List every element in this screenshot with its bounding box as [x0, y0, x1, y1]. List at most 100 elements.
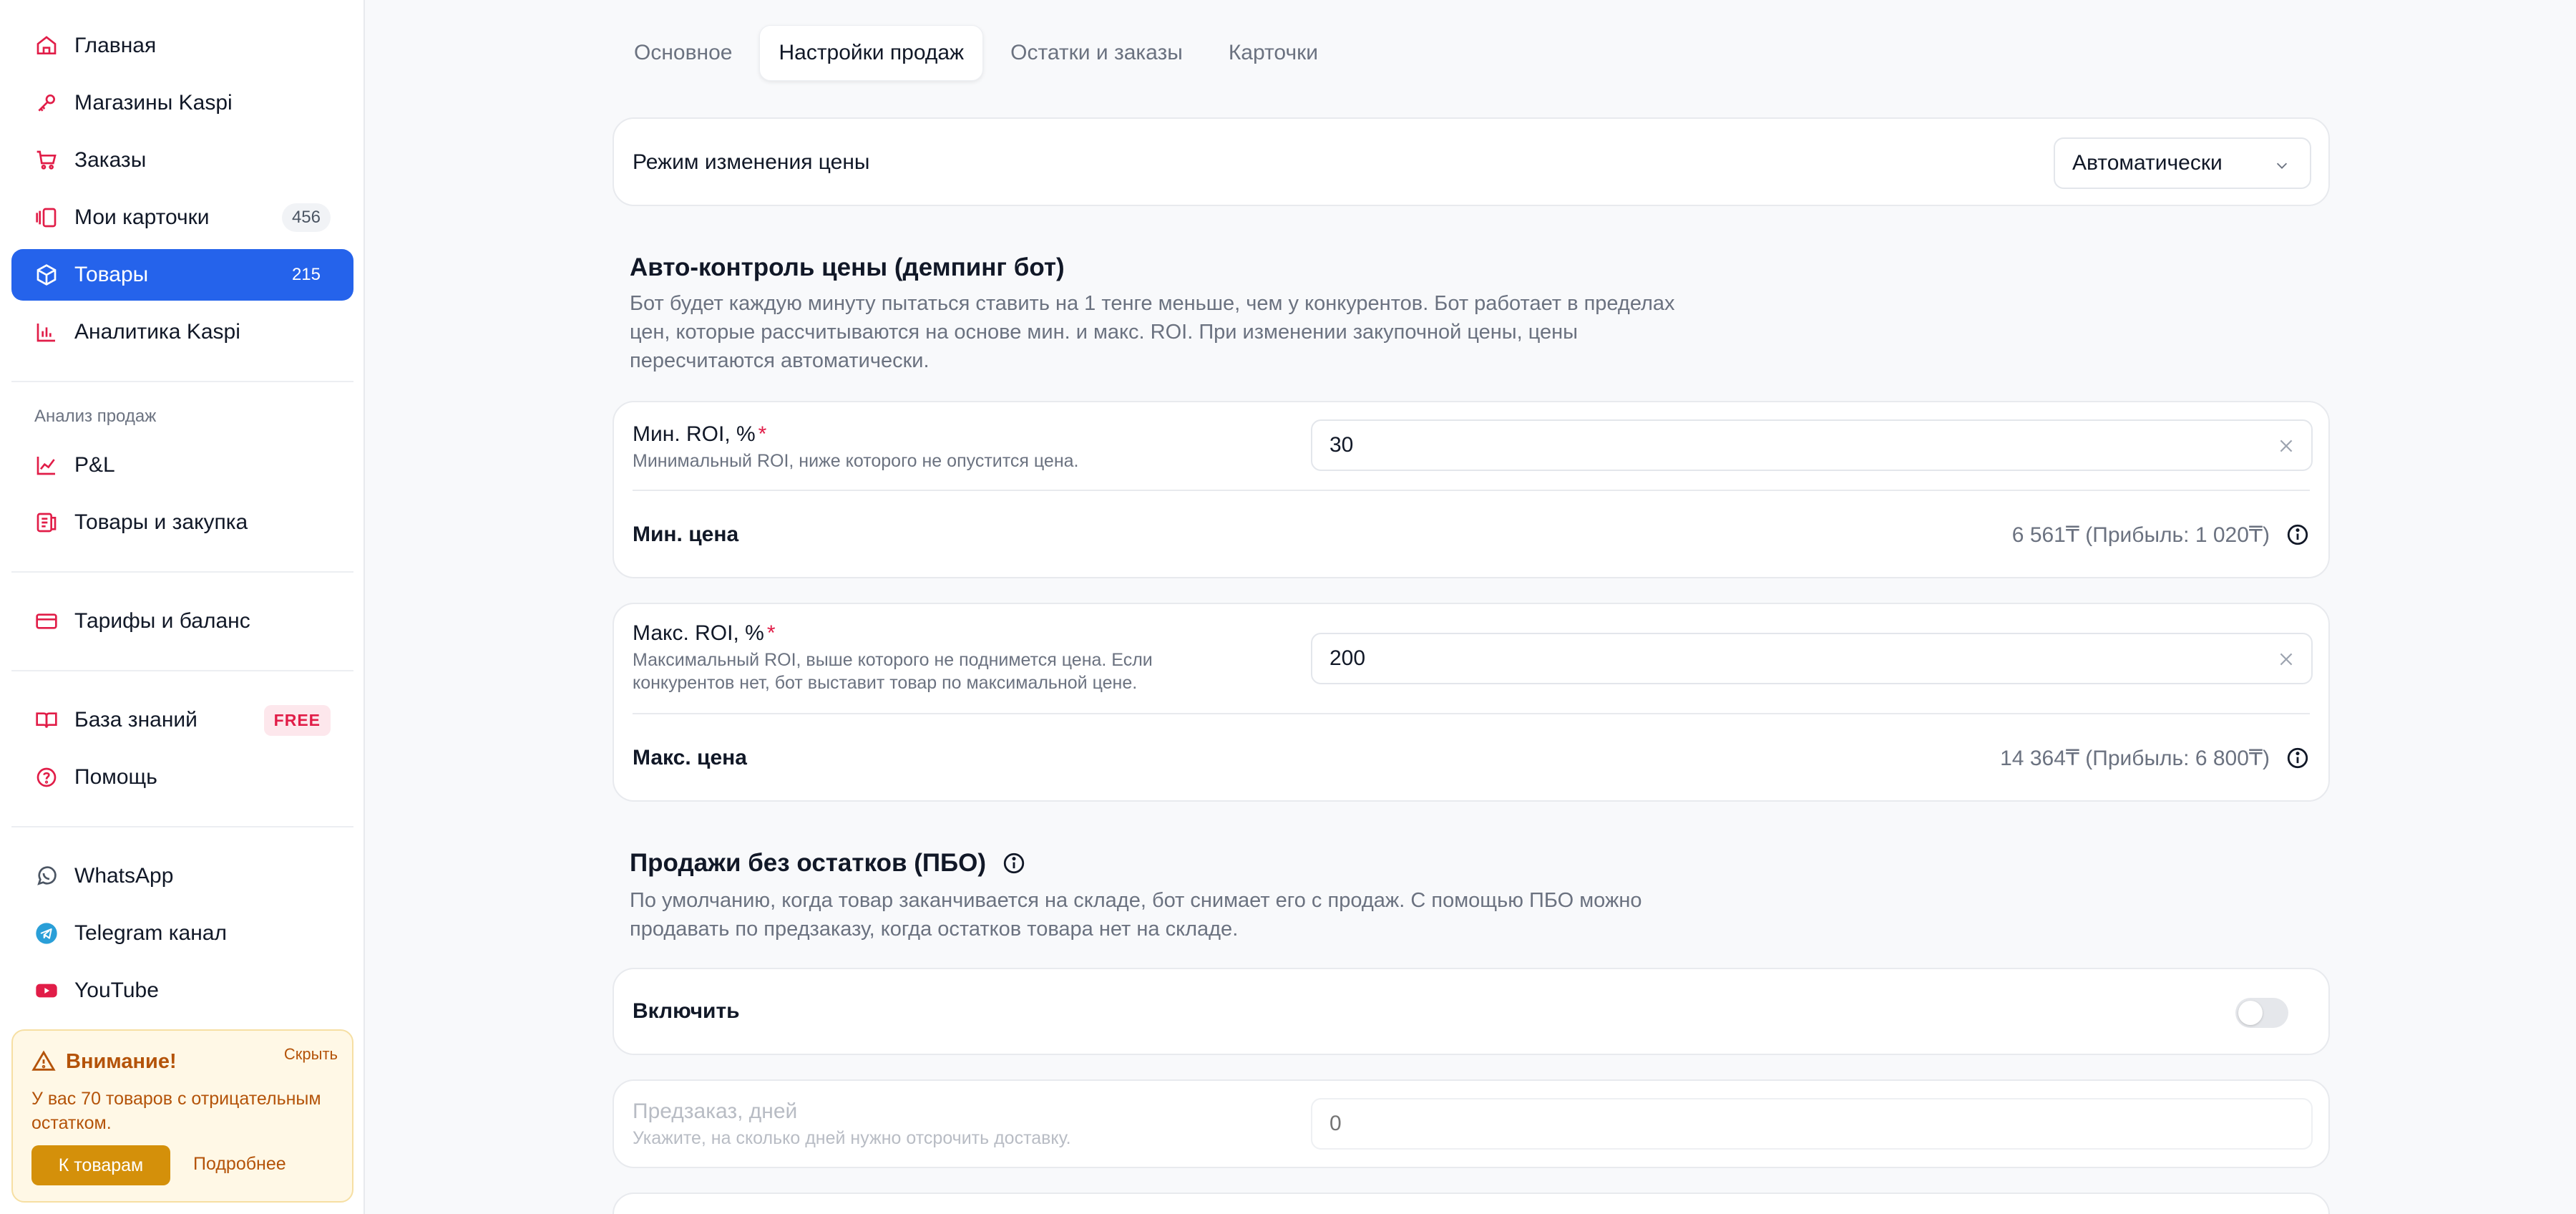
required-asterisk: * [758, 422, 767, 446]
home-icon [34, 34, 59, 58]
telegram-icon [34, 921, 59, 946]
min-roi-input-field[interactable] [1330, 433, 2245, 457]
required-asterisk: * [766, 621, 776, 645]
box-icon [34, 263, 59, 287]
divider [633, 490, 2310, 491]
sidebar-item-label: Главная [74, 34, 157, 57]
price-mode-label: Режим изменения цены [633, 150, 870, 174]
tab-stock-orders[interactable]: Остатки и заказы [992, 25, 1201, 81]
sidebar-item-telegram[interactable]: Telegram канал [11, 908, 353, 959]
preorder-label: Предзаказ, дней [633, 1099, 798, 1123]
sidebar-item-pnl[interactable]: P&L [11, 440, 353, 491]
divider [11, 826, 353, 827]
min-roi-card: Мин. ROI, % * Минимальный ROI, ниже котор… [613, 401, 2330, 578]
pbo-description: По умолчанию, когда товар заканчивается … [630, 889, 1642, 941]
warning-icon [31, 1050, 56, 1071]
alert-hide-link[interactable]: Скрыть [284, 1045, 338, 1064]
sidebar-item-label: Заказы [74, 148, 147, 172]
next-settings-card [613, 1193, 2330, 1214]
sidebar-item-label: Товары [74, 263, 149, 286]
max-roi-card: Макс. ROI, % * Максимальный ROI, выше кот… [613, 603, 2330, 802]
auto-control-description: Бот будет каждую минуту пытаться ставить… [630, 292, 1675, 372]
sidebar-item-label: Товары и закупка [74, 510, 248, 534]
preorder-card: Предзаказ, дней Укажите, на сколько дней… [613, 1079, 2330, 1168]
key-icon [34, 91, 59, 115]
info-icon[interactable] [2285, 746, 2310, 770]
sidebar-item-kaspi-stores[interactable]: Магазины Kaspi [11, 77, 353, 129]
count-badge: 456 [281, 203, 331, 232]
sidebar-item-products-purchase[interactable]: Товары и закупка [11, 497, 353, 548]
sidebar-item-billing[interactable]: Тарифы и баланс [11, 596, 353, 647]
auto-control-title: Авто-контроль цены (демпинг бот) [630, 253, 1065, 282]
price-mode-card: Режим изменения цены Автоматически [613, 117, 2330, 206]
divider [11, 670, 353, 671]
go-to-products-button[interactable]: К товарам [31, 1145, 170, 1185]
max-price-label: Макс. цена [633, 746, 747, 769]
more-info-link[interactable]: Подробнее [193, 1154, 286, 1175]
sidebar-item-home[interactable]: Главная [11, 20, 353, 72]
youtube-icon [34, 979, 59, 1003]
section-label-sales-analysis: Анализ продаж [34, 407, 157, 426]
alert-text: У вас 70 товаров с отрицательным остатко… [31, 1089, 321, 1133]
sidebar-item-products[interactable]: Товары 215 [11, 249, 353, 301]
negative-stock-alert: Внимание! Скрыть У вас 70 товаров с отри… [11, 1029, 353, 1203]
sidebar-item-my-cards[interactable]: Мои карточки 456 [11, 192, 353, 243]
min-roi-input[interactable] [1311, 419, 2313, 471]
count-badge: 215 [291, 265, 321, 284]
pbo-enable-card: Включить [613, 968, 2330, 1055]
info-icon[interactable] [1002, 851, 1026, 875]
max-roi-label: Макс. ROI, % * [633, 621, 776, 646]
min-roi-label: Мин. ROI, % * [633, 422, 766, 447]
divider [11, 571, 353, 573]
info-icon[interactable] [2285, 523, 2310, 547]
max-roi-label-text: Макс. ROI, % [633, 621, 764, 645]
sidebar-item-label: WhatsApp [74, 864, 174, 888]
sidebar-item-help[interactable]: Помощь [11, 752, 353, 803]
sidebar-item-label: Аналитика Kaspi [74, 320, 240, 344]
tab-sales-settings[interactable]: Настройки продаж [759, 25, 984, 81]
sidebar-item-label: Telegram канал [74, 921, 227, 945]
preorder-days-input[interactable] [1311, 1098, 2313, 1150]
free-badge: FREE [263, 704, 331, 736]
cards-icon [34, 205, 59, 230]
sidebar-item-whatsapp[interactable]: WhatsApp [11, 850, 353, 902]
clear-icon[interactable] [2277, 437, 2296, 455]
sidebar-item-kaspi-analytics[interactable]: Аналитика Kaspi [11, 306, 353, 358]
chevron-down-icon [2276, 162, 2288, 169]
min-roi-hint: Минимальный ROI, ниже которого не опусти… [633, 451, 1079, 471]
whatsapp-icon [34, 864, 59, 888]
tab-cards[interactable]: Карточки [1210, 25, 1337, 81]
preorder-hint: Укажите, на сколько дней нужно отсрочить… [633, 1128, 1071, 1148]
scroll-icon [34, 510, 59, 535]
max-roi-input-field[interactable] [1330, 646, 2245, 671]
sidebar-item-knowledge-base[interactable]: База знаний FREE [11, 694, 353, 746]
min-price-label: Мин. цена [633, 523, 739, 546]
max-roi-input[interactable] [1311, 633, 2313, 684]
sidebar: Главная Магазины Kaspi Заказы Мои карточ… [0, 0, 365, 1214]
help-circle-icon [34, 765, 59, 790]
cart-icon [34, 148, 59, 173]
sidebar-item-orders[interactable]: Заказы [11, 135, 353, 186]
pbo-title: Продажи без остатков (ПБО) [630, 849, 1026, 878]
sidebar-item-label: Магазины Kaspi [74, 91, 233, 115]
credit-card-icon [34, 609, 59, 633]
alert-title-text: Внимание! [66, 1049, 177, 1073]
bar-chart-icon [34, 320, 59, 344]
pbo-enable-label: Включить [633, 999, 740, 1023]
preorder-days-field[interactable] [1330, 1112, 2245, 1136]
toggle-knob [2238, 1001, 2263, 1025]
price-mode-value: Автоматически [2072, 151, 2223, 175]
sidebar-item-label: Мои карточки [74, 205, 210, 229]
price-mode-select[interactable]: Автоматически [2054, 137, 2311, 189]
sidebar-item-label: YouTube [74, 979, 159, 1002]
sidebar-item-label: Тарифы и баланс [74, 609, 250, 633]
min-roi-label-text: Мин. ROI, % [633, 422, 756, 446]
clear-icon[interactable] [2277, 650, 2296, 669]
alert-title: Внимание! [31, 1049, 177, 1074]
tab-basic[interactable]: Основное [615, 25, 751, 81]
max-roi-hint: Максимальный ROI, выше которого не подни… [633, 650, 1153, 693]
min-price-value: 6 561₸ (Прибыль: 1 020₸) [2011, 523, 2270, 547]
sidebar-item-youtube[interactable]: YouTube [11, 965, 353, 1016]
auto-control-title-text: Авто-контроль цены (демпинг бот) [630, 253, 1065, 281]
pbo-enable-toggle[interactable] [2235, 998, 2288, 1028]
